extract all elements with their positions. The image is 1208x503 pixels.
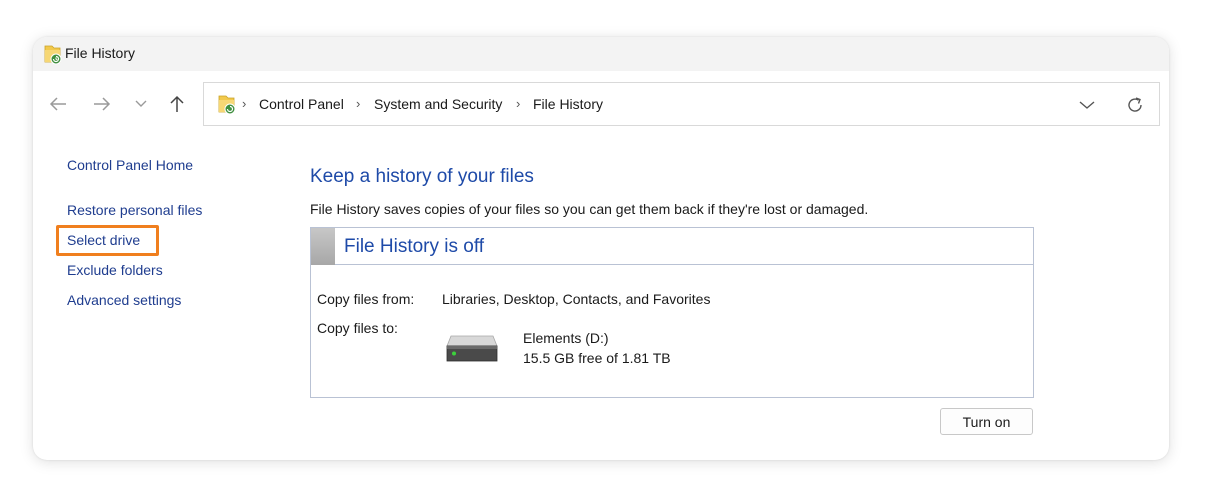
copy-from-label: Copy files from:: [317, 291, 415, 307]
status-panel: File History is off Copy files from: Lib…: [310, 227, 1034, 398]
navigation-bar: › Control Panel › System and Security › …: [33, 71, 1169, 137]
sidebar-link-advanced-settings[interactable]: Advanced settings: [67, 292, 181, 308]
file-history-window: File History › Control Panel › System an…: [33, 37, 1169, 460]
title-bar: File History: [33, 37, 1169, 71]
refresh-icon[interactable]: [1124, 94, 1146, 116]
breadcrumb-separator: ›: [242, 96, 247, 111]
breadcrumb-control-panel[interactable]: Control Panel: [259, 96, 344, 112]
breadcrumb-separator: ›: [516, 96, 521, 111]
status-header: File History is off: [311, 228, 1033, 265]
address-bar[interactable]: › Control Panel › System and Security › …: [203, 82, 1160, 126]
status-title: File History is off: [344, 236, 485, 257]
window-title: File History: [65, 45, 136, 61]
address-dropdown-icon[interactable]: [1076, 95, 1098, 115]
file-history-folder-icon: [216, 93, 238, 115]
sidebar-link-restore-personal-files[interactable]: Restore personal files: [67, 202, 202, 218]
breadcrumb-system-and-security[interactable]: System and Security: [374, 96, 502, 112]
page-description: File History saves copies of your files …: [310, 201, 869, 217]
copy-to-label: Copy files to:: [317, 320, 398, 336]
select-drive-highlight: [56, 225, 159, 256]
status-indicator-stripe: [311, 228, 335, 265]
drive-free-space: 15.5 GB free of 1.81 TB: [523, 350, 671, 366]
page-heading: Keep a history of your files: [310, 166, 534, 187]
breadcrumb-file-history[interactable]: File History: [533, 96, 603, 112]
back-arrow-icon[interactable]: [45, 89, 71, 119]
forward-arrow-icon[interactable]: [89, 89, 115, 119]
sidebar-link-exclude-folders[interactable]: Exclude folders: [67, 262, 163, 278]
copy-from-value: Libraries, Desktop, Contacts, and Favori…: [442, 291, 711, 307]
sidebar-link-control-panel-home[interactable]: Control Panel Home: [67, 157, 193, 173]
breadcrumb-separator: ›: [356, 96, 361, 111]
recent-locations-chevron-icon[interactable]: [128, 89, 154, 119]
turn-on-button[interactable]: Turn on: [940, 408, 1033, 435]
drive-name: Elements (D:): [523, 330, 609, 346]
up-arrow-icon[interactable]: [164, 89, 190, 119]
hard-drive-icon: [445, 334, 499, 364]
file-history-folder-icon: [43, 43, 63, 65]
